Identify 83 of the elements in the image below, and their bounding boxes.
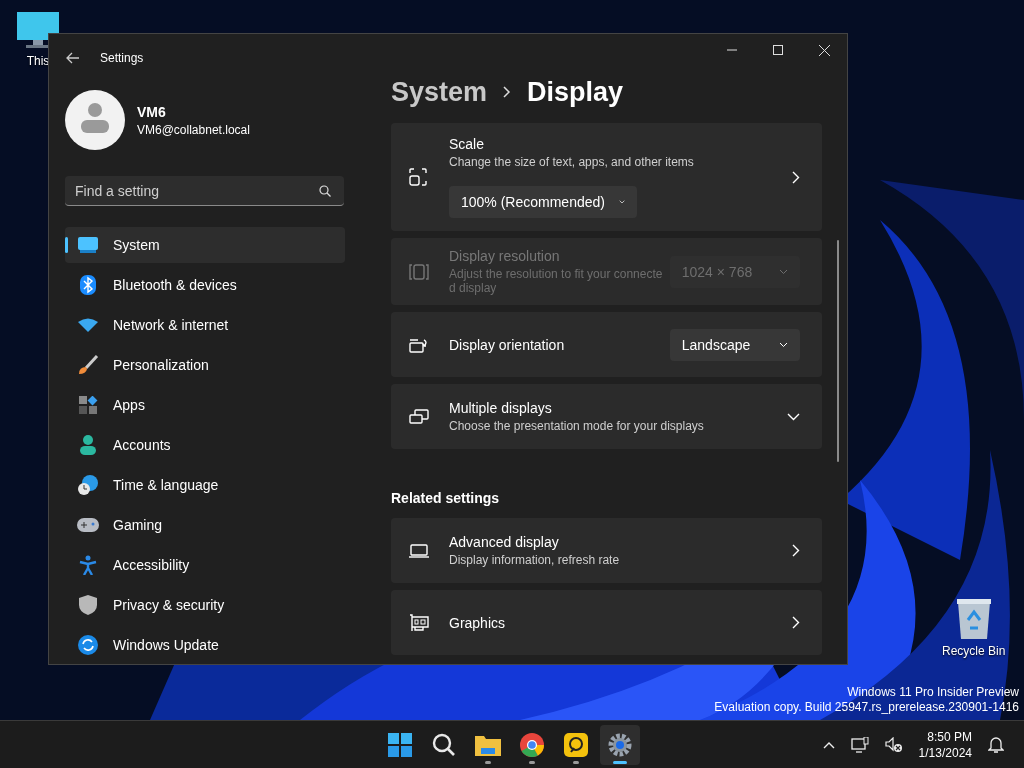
watermark-text: Evaluation copy. Build 25947.rs_prerelease.230901-1416 xyxy=(714,700,1019,715)
desktop-icon-label: This xyxy=(26,54,50,68)
search-icon xyxy=(432,732,456,757)
chevron-down-icon xyxy=(786,412,800,421)
graphics-card-icon xyxy=(409,613,429,632)
taskbar-button[interactable] xyxy=(600,724,640,765)
wifi-icon xyxy=(77,318,99,332)
network-monitor-icon[interactable] xyxy=(850,736,869,753)
account-name: VM6 xyxy=(137,103,167,120)
chevron-right-icon xyxy=(791,616,800,629)
shield-icon xyxy=(77,595,99,615)
multiple-displays-icon xyxy=(409,408,429,425)
card-title: Display resolution xyxy=(449,248,561,264)
apps-icon xyxy=(77,396,99,414)
nav-item[interactable]: Privacy & security xyxy=(65,587,345,623)
settings-card[interactable]: Display orientation Landscape xyxy=(391,312,822,377)
desktop-icon-label: Recycle Bin xyxy=(942,644,1006,658)
speaker-muted-icon[interactable] xyxy=(884,736,903,753)
laptop-icon xyxy=(409,543,429,558)
settings-card[interactable]: Graphics xyxy=(391,590,822,655)
window-title: Settings xyxy=(100,51,144,65)
settings-icon xyxy=(608,732,632,757)
maximize-icon[interactable] xyxy=(773,45,783,55)
settings-card[interactable]: Multiple displays Choose the presentation mode for your displays xyxy=(391,384,822,449)
nav-item[interactable]: Apps xyxy=(65,387,345,423)
dropdown[interactable]: Landscape xyxy=(669,328,800,361)
card-title: Multiple displays xyxy=(449,400,553,416)
nav-item[interactable]: Windows Update xyxy=(65,627,345,663)
card-title: Scale xyxy=(449,136,486,152)
gamepad-icon xyxy=(77,518,99,532)
avatar-icon[interactable] xyxy=(65,90,125,150)
monitor-icon[interactable] xyxy=(16,12,60,50)
bluetooth-icon xyxy=(77,275,99,295)
bell-icon[interactable] xyxy=(988,735,1004,754)
card-description: Change the size of text, apps, and other items xyxy=(449,155,695,169)
card-title: Advanced display xyxy=(449,534,560,550)
chevron-right-icon xyxy=(791,170,800,184)
nav-item[interactable]: Accessibility xyxy=(65,547,345,583)
watermark-text: Windows 11 Pro Insider Preview xyxy=(847,685,1019,700)
card-title: Graphics xyxy=(449,614,507,631)
back-icon[interactable] xyxy=(66,52,80,64)
chevron-down-icon xyxy=(618,199,625,205)
monitor-icon xyxy=(77,237,99,253)
folder-icon xyxy=(475,733,501,756)
breadcrumb-link[interactable]: System xyxy=(391,76,488,108)
nav-item[interactable]: Personalization xyxy=(65,347,345,383)
close-icon[interactable] xyxy=(819,44,830,56)
nav-item[interactable]: Gaming xyxy=(65,507,345,543)
card-description: Display information, refresh rate xyxy=(449,553,621,567)
chevron-right-icon xyxy=(503,86,512,98)
card-description: Choose the presentation mode for your displays xyxy=(449,419,705,433)
search-icon xyxy=(319,185,331,197)
nav-item[interactable]: Network & internet xyxy=(65,307,345,343)
person-icon xyxy=(77,435,99,455)
chevron-up-icon[interactable] xyxy=(822,740,835,749)
scrollbar-thumb[interactable] xyxy=(836,240,839,462)
search-field[interactable]: Find a setting xyxy=(65,176,344,206)
nav-item[interactable]: Accounts xyxy=(65,427,345,463)
settings-card[interactable]: Scale Change the size of text, apps, and other items 100% (Recommended) xyxy=(391,123,822,231)
settings-card[interactable]: Advanced display Display information, refresh rate xyxy=(391,518,822,583)
account-email: VM6@collabnet.local xyxy=(137,122,250,137)
chevron-down-icon xyxy=(778,341,788,348)
card-title: Display orientation xyxy=(449,336,566,353)
update-icon xyxy=(77,635,99,655)
clock-time[interactable]: 8:50 PM xyxy=(927,728,972,745)
card-description: Adjust the resolution to fit your connecte d display xyxy=(449,267,664,295)
accessibility-icon xyxy=(77,555,99,575)
chevron-right-icon xyxy=(791,544,800,557)
chevron-down-icon xyxy=(778,268,788,275)
globe-clock-icon xyxy=(77,475,99,495)
browser-icon xyxy=(520,732,544,757)
brush-icon xyxy=(77,355,99,375)
rotate-screen-icon xyxy=(409,336,429,353)
resolution-icon xyxy=(409,263,429,280)
nav-item[interactable]: Bluetooth & devices xyxy=(65,267,345,303)
page-title: Display xyxy=(527,76,624,108)
clock-date[interactable]: 1/13/2024 xyxy=(918,744,972,761)
section-heading: Related settings xyxy=(391,490,501,506)
nav-item[interactable]: Time & language xyxy=(65,467,345,503)
scale-icon xyxy=(409,168,427,186)
windows-logo-icon xyxy=(388,732,412,757)
nav-item[interactable]: System xyxy=(65,227,345,263)
scale-dropdown[interactable]: 100% (Recommended) xyxy=(449,186,637,218)
